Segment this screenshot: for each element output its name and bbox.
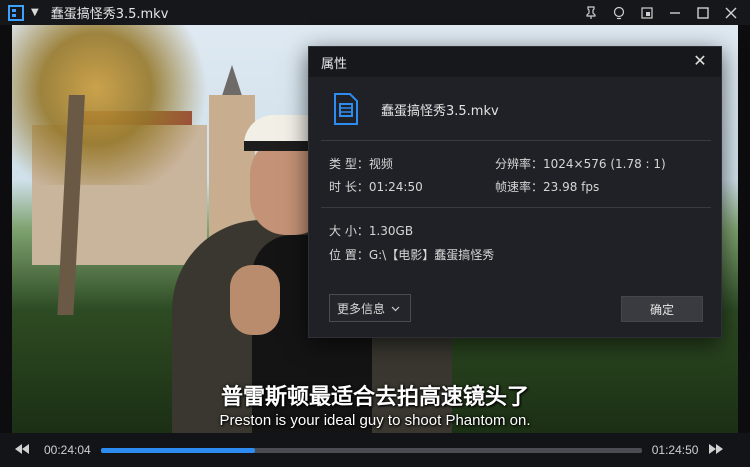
prop-framerate: 帧速率：23.98 fps (495, 180, 600, 194)
divider (321, 207, 711, 208)
prop-duration: 时 长：01:24:50 (329, 180, 423, 194)
subtitle-chinese: 普雷斯顿最适合去拍高速镜头了 (220, 385, 529, 410)
close-icon[interactable] (720, 2, 742, 24)
bulb-icon[interactable] (608, 2, 630, 24)
rewind-icon[interactable] (10, 443, 34, 457)
maximize-icon[interactable] (692, 2, 714, 24)
progress-bar[interactable] (100, 447, 642, 453)
fast-forward-icon[interactable] (704, 443, 728, 457)
minimize-icon[interactable] (664, 2, 686, 24)
title-bar: ▼ 蠢蛋搞怪秀3.5.mkv (0, 0, 750, 25)
dialog-close-icon[interactable]: ✕ (691, 52, 709, 70)
prop-location: 位 置：G:\【电影】蠢蛋搞怪秀 (329, 248, 495, 262)
divider (321, 140, 711, 141)
subtitle-english: Preston is your ideal guy to shoot Phant… (219, 412, 531, 429)
more-info-label: 更多信息 (337, 301, 386, 316)
prop-type: 类 型：视频 (329, 157, 393, 171)
properties-dialog: 属性 ✕ 蠢蛋搞怪秀3.5.mkv 类 型：视频 分辨率：1024×576 (1… (308, 46, 722, 338)
file-name: 蠢蛋搞怪秀3.5.mkv (381, 103, 499, 119)
more-info-dropdown[interactable]: 更多信息 (329, 294, 411, 322)
chevron-down-icon (391, 301, 400, 315)
dialog-title: 属性 (321, 56, 348, 72)
dialog-header: 属性 ✕ (309, 47, 721, 77)
app-logo-icon[interactable] (7, 4, 25, 22)
current-time: 00:24:04 (44, 443, 91, 457)
ok-button[interactable]: 确定 (621, 296, 703, 322)
prop-resolution: 分辨率：1024×576 (1.78 : 1) (495, 157, 666, 171)
playback-controls: 00:24:04 01:24:50 (0, 433, 750, 467)
total-time: 01:24:50 (651, 443, 699, 457)
mini-mode-icon[interactable] (636, 2, 658, 24)
window-title: 蠢蛋搞怪秀3.5.mkv (50, 7, 169, 22)
pin-icon[interactable] (580, 2, 602, 24)
progress-fill (100, 447, 255, 453)
video-file-icon (333, 93, 359, 125)
video-player-window: ▼ 蠢蛋搞怪秀3.5.mkv 普雷斯顿最适合去拍高速镜头了 Preston is… (0, 0, 750, 467)
prop-size: 大 小：1.30GB (329, 224, 414, 238)
menu-caret-icon[interactable]: ▼ (31, 7, 39, 18)
person-hand (230, 265, 280, 335)
file-row: 蠢蛋搞怪秀3.5.mkv (333, 93, 499, 125)
